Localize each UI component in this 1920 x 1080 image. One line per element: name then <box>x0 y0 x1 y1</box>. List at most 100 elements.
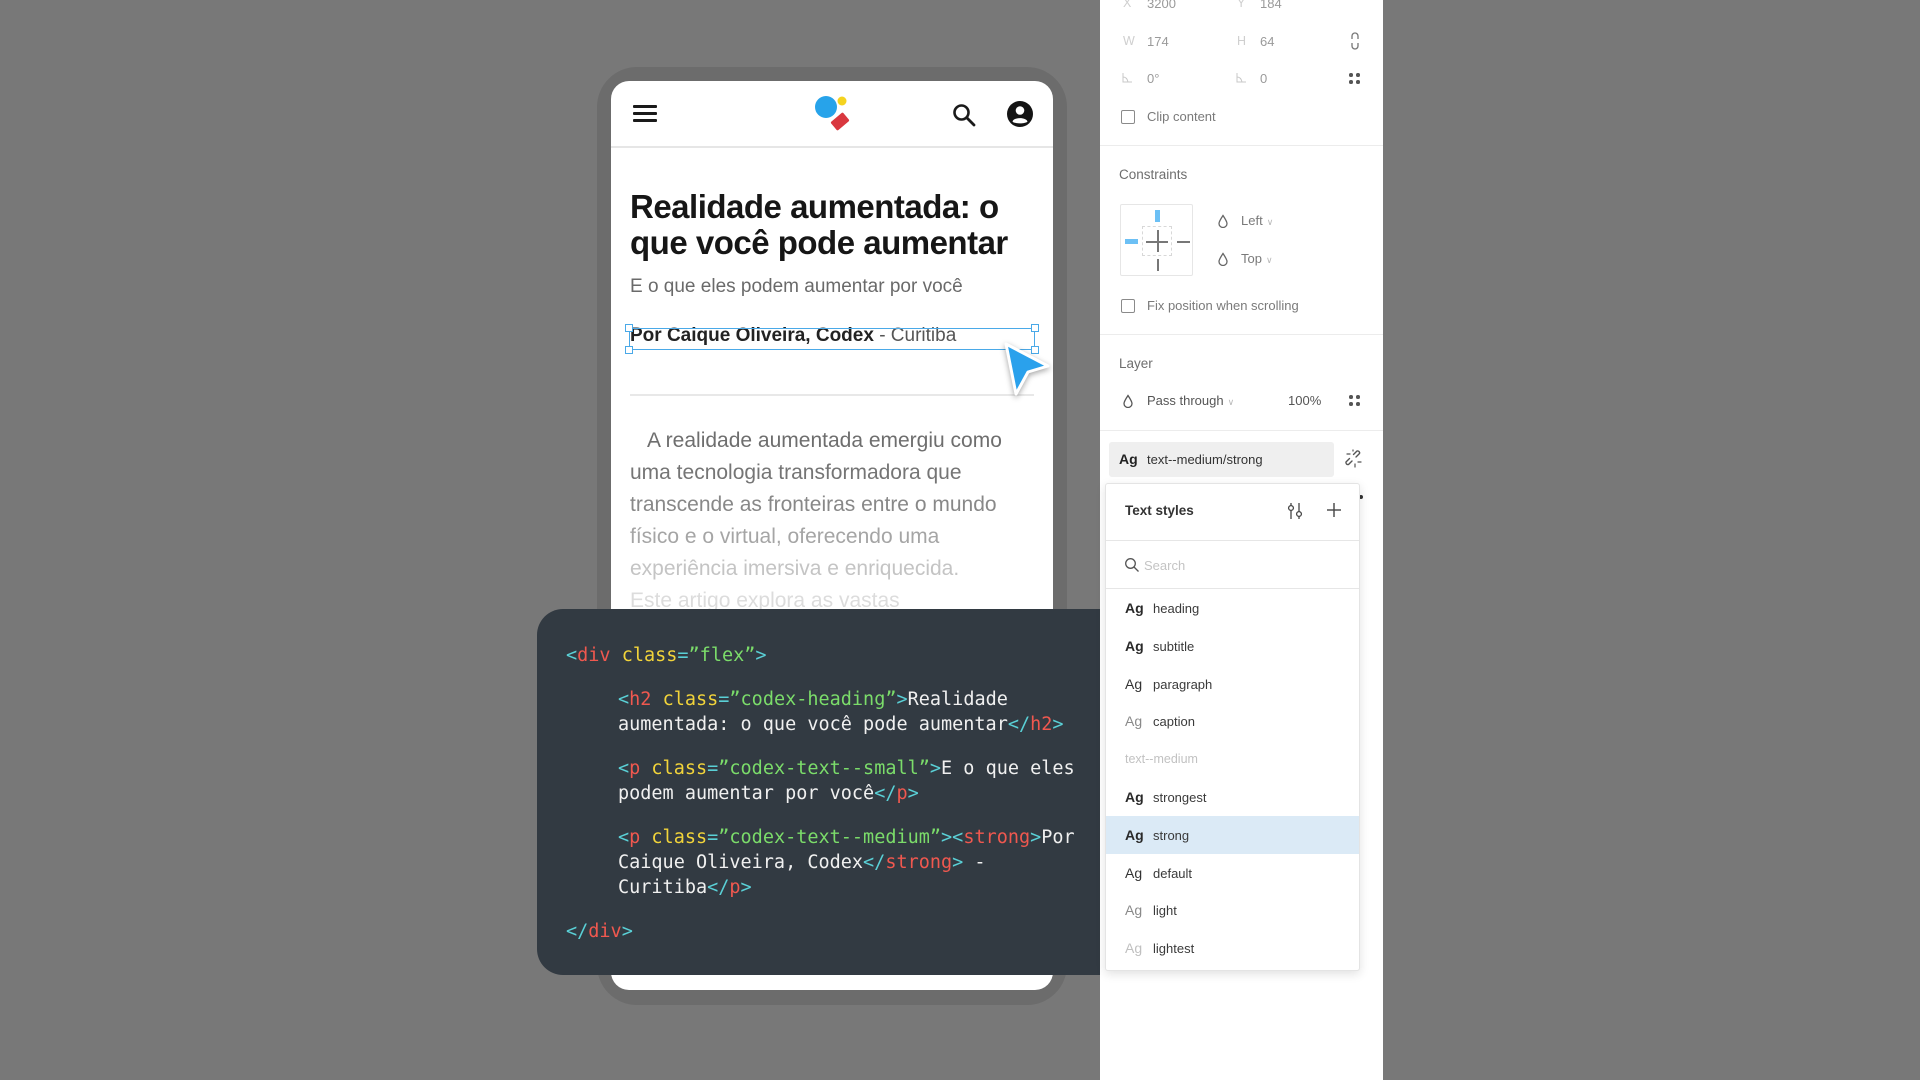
fix-position-checkbox[interactable] <box>1121 299 1135 313</box>
style-item-paragraph[interactable]: Ag paragraph <box>1106 665 1359 703</box>
selection-box <box>629 328 1035 350</box>
resize-handle-top-right[interactable] <box>1031 324 1039 332</box>
code-token: </ <box>863 852 886 873</box>
code-token: strong <box>963 827 1031 848</box>
code-token: div <box>577 645 611 666</box>
clip-content-label: Clip content <box>1147 109 1216 124</box>
code-token: </ <box>874 783 897 804</box>
horizontal-constraint-value: Left <box>1241 213 1263 228</box>
style-item-lightest[interactable]: Ag lightest <box>1106 929 1359 967</box>
constraint-right[interactable] <box>1177 241 1190 243</box>
code-token: < <box>566 645 578 666</box>
layer-opacity[interactable]: 100% <box>1288 393 1321 408</box>
code-token: ”codex-heading” <box>729 689 897 710</box>
constraint-bottom[interactable] <box>1157 259 1159 271</box>
constraint-left-active[interactable] <box>1125 239 1138 244</box>
independent-corners-icon[interactable] <box>1349 73 1361 85</box>
style-item-default[interactable]: Ag default <box>1106 854 1359 892</box>
style-item-subtitle[interactable]: Ag subtitle <box>1106 627 1359 665</box>
add-style-icon[interactable] <box>1324 500 1344 520</box>
text-style-field[interactable]: Ag text--medium/strong <box>1109 442 1334 477</box>
style-item-heading[interactable]: Ag heading <box>1106 589 1359 627</box>
blend-mode-select[interactable]: Pass through ∨ <box>1147 393 1234 408</box>
code-token: ”codex-text--medium” <box>718 827 942 848</box>
code-token: h2 <box>1030 714 1053 735</box>
search-icon[interactable] <box>951 102 977 128</box>
code-snippet: <div class=”flex”> <h2 class=”codex-headi… <box>537 609 1117 975</box>
style-item-strongest[interactable]: Ag strongest <box>1106 778 1359 816</box>
resize-handle-top-left[interactable] <box>625 324 633 332</box>
horizontal-constraint-select[interactable]: Left ∨ <box>1241 213 1273 228</box>
article-paragraph: A realidade aumentada emergiu como uma t… <box>630 425 1042 617</box>
style-item-strong[interactable]: Ag strong <box>1106 815 1359 854</box>
code-token: h2 <box>629 689 652 710</box>
rotation-value[interactable]: 0° <box>1147 71 1159 86</box>
layer-options-icon[interactable] <box>1349 395 1361 407</box>
code-line: <div class=”flex”> <box>566 643 1117 668</box>
code-token: class <box>651 827 708 848</box>
code-token: = <box>677 645 689 666</box>
hamburger-menu-icon[interactable] <box>633 105 657 125</box>
vertical-constraint-select[interactable]: Top ∨ <box>1241 251 1273 266</box>
x-value[interactable]: 3200 <box>1147 0 1176 11</box>
style-preview: Ag <box>1125 940 1143 957</box>
h-value[interactable]: 64 <box>1260 34 1274 49</box>
code-gap <box>566 806 1117 825</box>
x-label: X <box>1123 0 1132 10</box>
code-token: </ <box>566 921 589 942</box>
code-token: < <box>618 758 630 779</box>
code-token: Por <box>1041 827 1075 848</box>
style-preview: Ag <box>1125 788 1144 805</box>
style-settings-icon[interactable] <box>1286 501 1304 521</box>
article-subtitle: E o que eles podem aumentar por você <box>630 276 963 297</box>
code-token: p <box>629 758 641 779</box>
code-token: div <box>588 921 622 942</box>
chevron-down-icon: ∨ <box>1266 217 1274 227</box>
style-item-light[interactable]: Ag light <box>1106 891 1359 929</box>
text-style-preview: Ag <box>1119 451 1138 467</box>
brand-logo-icon[interactable] <box>811 93 855 137</box>
y-value[interactable]: 184 <box>1260 0 1282 11</box>
code-token: > <box>941 827 953 848</box>
corner-radius-value[interactable]: 0 <box>1260 71 1267 86</box>
resize-handle-bottom-left[interactable] <box>625 346 633 354</box>
code-line: aumentada: o que você pode aumentar</h2> <box>566 712 1117 737</box>
constraints-title: Constraints <box>1119 167 1188 182</box>
style-name: heading <box>1153 601 1200 616</box>
rotation-icon <box>1122 73 1132 83</box>
code-gap <box>566 900 1117 919</box>
style-group-name: text--medium <box>1125 752 1198 767</box>
constrain-proportions-icon[interactable] <box>1350 32 1360 50</box>
code-token: p <box>629 827 641 848</box>
constraint-top-active[interactable] <box>1155 210 1160 222</box>
pointer-cursor-icon <box>1004 342 1050 396</box>
style-preview: Ag <box>1125 637 1144 654</box>
code-gap <box>566 668 1117 687</box>
paragraph-line: A realidade aumentada emergiu como <box>647 429 1002 452</box>
constraints-widget[interactable] <box>1120 204 1193 276</box>
article-title: Realidade aumentada: o que você pode aum… <box>630 188 1008 261</box>
code-token: = <box>707 827 719 848</box>
clip-content-checkbox[interactable] <box>1121 110 1135 124</box>
code-token: ”codex-text--small” <box>718 758 930 779</box>
search-icon <box>1125 558 1139 572</box>
code-token: = <box>718 689 730 710</box>
code-token: < <box>618 689 630 710</box>
code-token: class <box>662 689 719 710</box>
code-token: class <box>651 758 708 779</box>
w-value[interactable]: 174 <box>1147 34 1169 49</box>
style-name: subtitle <box>1153 638 1195 654</box>
style-search-input[interactable] <box>1144 553 1334 577</box>
style-item-caption[interactable]: Ag caption <box>1106 702 1359 740</box>
account-circle-icon[interactable] <box>1006 100 1034 128</box>
dropdown-header: Text styles <box>1106 484 1359 541</box>
code-token: > <box>896 689 908 710</box>
code-token: p <box>729 877 741 898</box>
code-line: <p class=”codex-text--small”>E o que ele… <box>566 756 1117 781</box>
y-label: Y <box>1237 0 1246 10</box>
detach-style-icon[interactable] <box>1344 449 1364 469</box>
code-line: <h2 class=”codex-heading”>Realidade <box>566 687 1117 712</box>
